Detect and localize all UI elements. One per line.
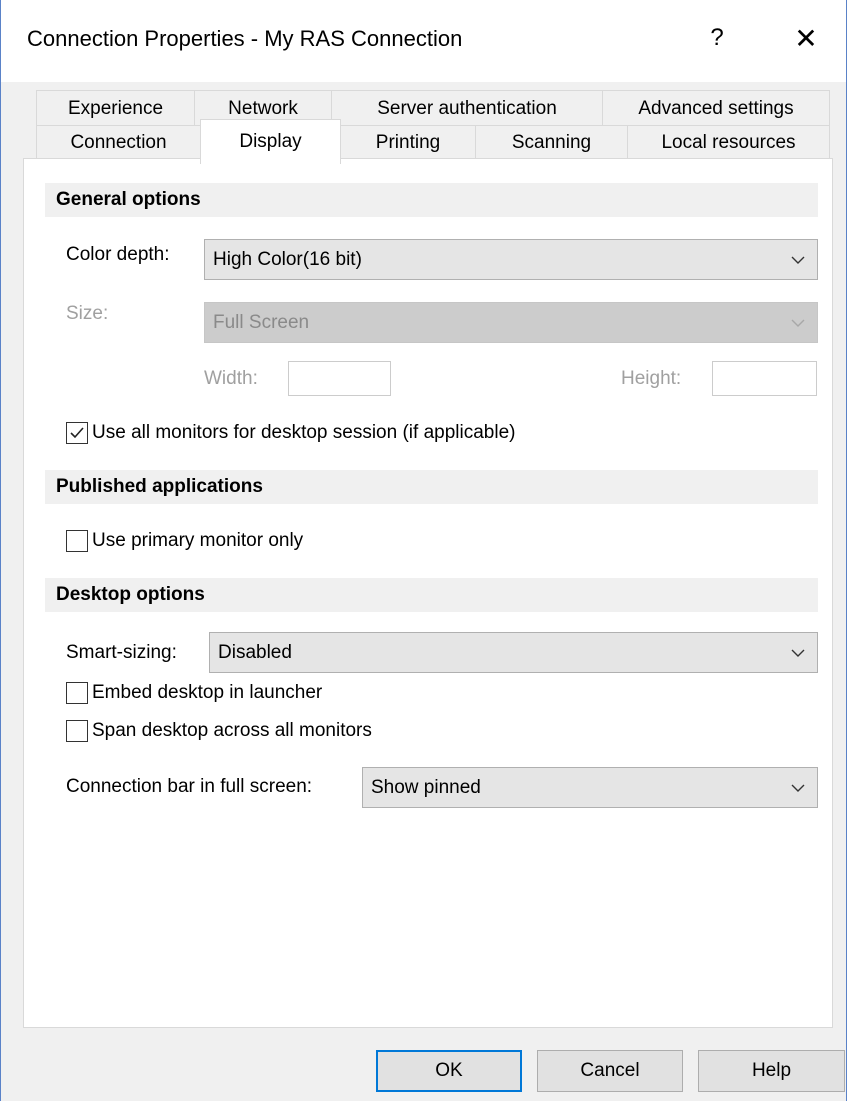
color-depth-label: Color depth:: [66, 244, 170, 265]
tab-scanning[interactable]: Scanning: [475, 125, 628, 159]
tab-advanced-settings[interactable]: Advanced settings: [602, 90, 830, 127]
tab-label: Network: [228, 98, 298, 119]
width-label: Width:: [204, 368, 258, 389]
height-input[interactable]: [712, 361, 817, 396]
height-label: Height:: [621, 368, 682, 389]
checkbox-box: [66, 720, 88, 742]
tab-experience[interactable]: Experience: [36, 90, 195, 127]
tab-label: Printing: [375, 131, 441, 153]
close-button[interactable]: ✕: [783, 18, 829, 58]
tab-label: Local resources: [661, 131, 796, 153]
connection-bar-value: Show pinned: [371, 776, 481, 798]
use-all-monitors-label: Use all monitors for desktop session (if…: [92, 422, 516, 443]
tab-display[interactable]: Display: [200, 119, 341, 164]
checkbox-box: [66, 530, 88, 552]
help-title-button[interactable]: ?: [694, 18, 740, 58]
close-icon: ✕: [794, 22, 818, 54]
chevron-down-icon: [779, 240, 817, 279]
chevron-down-icon: [779, 303, 817, 342]
size-value: Full Screen: [213, 311, 310, 333]
tab-label: Scanning: [511, 131, 592, 153]
size-label: Size:: [66, 303, 109, 324]
color-depth-select[interactable]: High Color(16 bit): [204, 239, 818, 280]
checkbox-box: [66, 682, 88, 704]
ok-button[interactable]: OK: [376, 1050, 522, 1092]
chevron-down-icon: [779, 768, 817, 807]
general-options-header: General options: [45, 183, 818, 217]
connection-bar-select[interactable]: Show pinned: [362, 767, 818, 808]
span-desktop-checkbox[interactable]: Span desktop across all monitors: [66, 720, 372, 742]
connection-bar-label: Connection bar in full screen:: [66, 776, 313, 797]
checkmark-icon: [70, 427, 84, 439]
embed-desktop-label: Embed desktop in launcher: [92, 682, 323, 703]
cancel-button[interactable]: Cancel: [537, 1050, 683, 1092]
smart-sizing-label: Smart-sizing:: [66, 642, 177, 663]
checkbox-box: [66, 422, 88, 444]
color-depth-value: High Color(16 bit): [213, 248, 362, 270]
help-button[interactable]: Help: [698, 1050, 845, 1092]
question-icon: ?: [710, 24, 724, 51]
primary-monitor-label: Use primary monitor only: [92, 530, 304, 551]
published-applications-header: Published applications: [45, 470, 818, 504]
embed-desktop-checkbox[interactable]: Embed desktop in launcher: [66, 682, 322, 704]
use-all-monitors-checkbox[interactable]: Use all monitors for desktop session (if…: [66, 422, 515, 444]
smart-sizing-select[interactable]: Disabled: [209, 632, 818, 673]
chevron-down-icon: [779, 633, 817, 672]
tab-label: Connection: [70, 131, 167, 153]
title-bar: Connection Properties - My RAS Connectio…: [1, 0, 846, 82]
tab-connection[interactable]: Connection: [36, 125, 201, 159]
desktop-options-header: Desktop options: [45, 578, 818, 612]
window-title: Connection Properties - My RAS Connectio…: [27, 26, 463, 51]
smart-sizing-value: Disabled: [218, 641, 292, 663]
tab-server-authentication[interactable]: Server authentication: [331, 90, 603, 127]
size-select[interactable]: Full Screen: [204, 302, 818, 343]
tab-label: Server authentication: [377, 98, 557, 119]
tab-label: Display: [239, 131, 302, 152]
primary-monitor-checkbox[interactable]: Use primary monitor only: [66, 530, 303, 552]
tab-local-resources[interactable]: Local resources: [627, 125, 830, 159]
width-input[interactable]: [288, 361, 391, 396]
tab-label: Experience: [67, 98, 164, 119]
tab-label: Advanced settings: [638, 98, 794, 119]
span-desktop-label: Span desktop across all monitors: [92, 720, 372, 741]
tab-printing[interactable]: Printing: [340, 125, 476, 159]
dialog-window: Connection Properties - My RAS Connectio…: [0, 0, 847, 1101]
